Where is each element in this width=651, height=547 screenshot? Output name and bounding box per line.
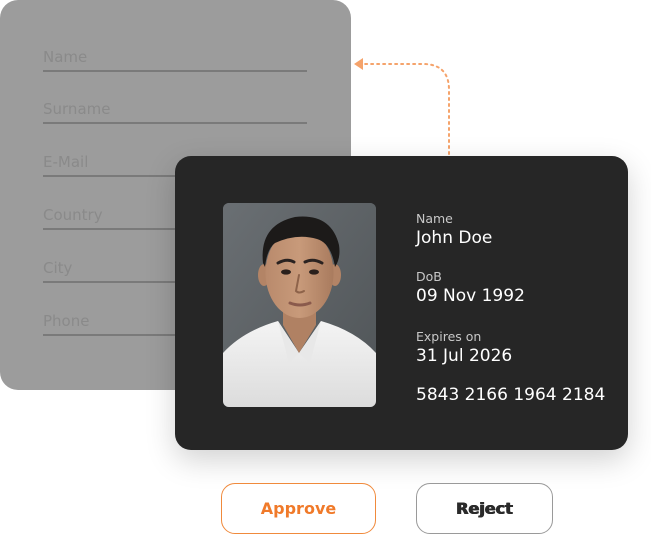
reject-button[interactable]: Reject [416,483,553,534]
email-field-placeholder: E-Mail [43,153,89,171]
verification-screen: Name Surname E-Mail Country City Phone N… [0,0,651,547]
dob-value: 09 Nov 1992 [416,286,525,306]
id-card: Name John Doe DoB 09 Nov 1992 Expires on… [175,156,628,450]
person-photo-icon [223,203,376,407]
name-value: John Doe [416,228,493,248]
card-number-block: 5843 2166 1964 2184 [416,383,605,406]
expires-label: Expires on [416,329,482,344]
approve-button[interactable]: Approve [221,483,376,534]
name-field[interactable]: Name [43,44,307,72]
expiry-block: Expires on 31 Jul 2026 [416,329,512,367]
dob-label: DoB [416,269,442,284]
surname-field[interactable]: Surname [43,96,307,124]
id-photo [223,203,376,407]
country-field-placeholder: Country [43,206,103,224]
dotted-arrow-icon [354,58,450,155]
dob-block: DoB 09 Nov 1992 [416,269,525,307]
phone-field-placeholder: Phone [43,312,90,330]
card-number: 5843 2166 1964 2184 [416,385,606,405]
expires-value: 31 Jul 2026 [416,346,513,366]
surname-field-placeholder: Surname [43,100,111,118]
name-field-placeholder: Name [43,48,88,66]
city-field-placeholder: City [43,259,73,277]
name-label: Name [416,211,453,226]
name-block: Name John Doe [416,211,492,249]
